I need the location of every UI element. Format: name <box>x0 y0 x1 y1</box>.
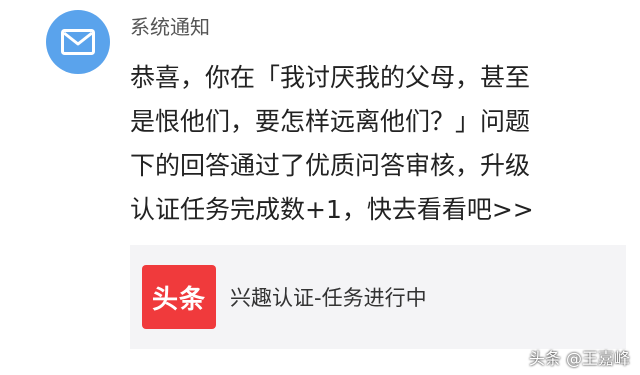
message-line: 下的回答通过了优质问答审核，升级 <box>130 151 531 180</box>
notification-message[interactable]: 恭喜，你在「我讨厌我的父母，甚至 是恨他们，要怎样远离他们？」问题 下的回答通过… <box>130 56 630 232</box>
message-line: 认证任务完成数+1，快去看看吧>> <box>130 195 534 224</box>
interest-certification-card[interactable]: 头条 兴趣认证-任务进行中 <box>130 245 626 349</box>
toutiao-logo: 头条 <box>142 265 216 329</box>
message-line: 恭喜，你在「我讨厌我的父母，甚至 <box>130 63 531 92</box>
sender-name: 系统通知 <box>130 15 210 39</box>
mail-icon <box>61 29 95 55</box>
system-notification-avatar <box>46 10 110 74</box>
notification-screen: 系统通知 恭喜，你在「我讨厌我的父母，甚至 是恨他们，要怎样远离他们？」问题 下… <box>0 0 640 375</box>
card-title: 兴趣认证-任务进行中 <box>230 286 427 310</box>
watermark: 头条 @王嘉峰 <box>528 349 630 368</box>
message-line: 是恨他们，要怎样远离他们？」问题 <box>130 107 531 136</box>
